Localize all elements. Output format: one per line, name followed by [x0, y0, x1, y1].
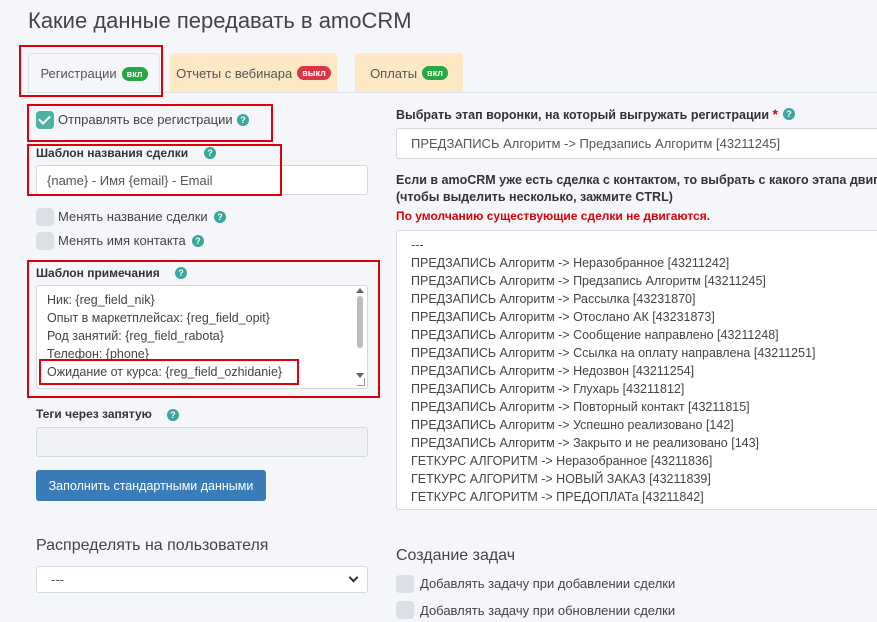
tasks-title: Создание задач: [396, 547, 516, 564]
tab-label: Оплаты: [370, 65, 418, 81]
note-line: Ожидание от курса: {reg_field_ozhidanie}: [47, 365, 283, 379]
required-mark: *: [772, 106, 778, 122]
deal-template-label: Шаблон названия сделки: [36, 146, 189, 160]
task-on-update-label: Добавлять задачу при обновлении сделки: [420, 603, 676, 618]
note-template-textarea[interactable]: Ник: {reg_field_nik} Опыт в маркетплейса…: [36, 285, 368, 389]
scroll-up-icon[interactable]: [356, 288, 364, 293]
list-item[interactable]: ГЕТКУРС АЛГОРИТМ -> ПРЕДОПЛАТа [43211842…: [397, 488, 877, 506]
distribute-select[interactable]: ---: [36, 566, 368, 593]
distribute-title: Распределять на пользователя: [36, 537, 269, 554]
note-line: Телефон: {phone}: [47, 347, 149, 361]
task-on-add-checkbox[interactable]: [396, 575, 414, 593]
send-all-label: Отправлять все регистрации: [58, 112, 233, 127]
status-badge: вкл: [121, 66, 148, 81]
list-item[interactable]: ПРЕДЗАПИСЬ Алгоритм -> Закрыто и не реал…: [397, 434, 877, 452]
stage-label-text: Выбрать этап воронки, на который выгружа…: [396, 108, 770, 122]
status-badge: вкл: [422, 66, 448, 80]
tags-input[interactable]: [36, 427, 368, 457]
status-badge: выкл: [297, 66, 331, 80]
chevron-down-icon: [348, 572, 359, 583]
move-label-line2: (чтобы выделить несколько, зажмите CTRL): [396, 190, 673, 204]
list-item[interactable]: ---: [397, 236, 877, 254]
list-item[interactable]: ГЕТКУРС АЛГОРИТМ -> НОВЫЙ ЗАКАЗ [4321183…: [397, 470, 877, 488]
tab-payments[interactable]: Оплаты вкл: [355, 53, 463, 93]
stage-select[interactable]: ПРЕДЗАПИСЬ Алгоритм -> Предзапись Алгори…: [396, 128, 877, 159]
note-line: Ник: {reg_field_nik}: [47, 293, 155, 307]
task-on-add-label: Добавлять задачу при добавлении сделки: [420, 576, 676, 591]
change-deal-name-label: Менять название сделки: [58, 209, 208, 224]
list-item[interactable]: ПРЕДЗАПИСЬ Алгоритм -> Недозвон [4321125…: [397, 362, 877, 380]
help-icon[interactable]: ?: [192, 235, 204, 247]
fill-defaults-button[interactable]: Заполнить стандартными данными: [36, 470, 266, 501]
stage-label: Выбрать этап воронки, на который выгружа…: [396, 106, 778, 122]
help-icon[interactable]: ?: [237, 114, 249, 126]
list-item[interactable]: ПРЕДЗАПИСЬ Алгоритм -> Ссылка на оплату …: [397, 344, 877, 362]
list-item[interactable]: ПРЕДЗАПИСЬ Алгоритм -> Отослано АК [4323…: [397, 308, 877, 326]
move-label-line1: Если в amoCRM уже есть сделка с контакто…: [396, 173, 877, 187]
task-on-update-checkbox[interactable]: [396, 601, 414, 619]
tab-label: Регистрации: [40, 66, 117, 81]
tags-label: Теги через запятую: [36, 407, 152, 421]
note-line: Опыт в маркетплейсах: {reg_field_opit}: [47, 311, 270, 325]
note-template-label: Шаблон примечания: [36, 266, 160, 280]
select-value: ---: [51, 572, 64, 587]
list-item[interactable]: ПРЕДЗАПИСЬ Алгоритм -> Глухарь [43211812…: [397, 380, 877, 398]
list-item[interactable]: ПРЕДЗАПИСЬ Алгоритм -> Успешно реализова…: [397, 416, 877, 434]
scrollbar-thumb[interactable]: [357, 296, 363, 348]
tab-registrations[interactable]: Регистрации вкл: [28, 53, 160, 93]
help-icon[interactable]: ?: [214, 211, 226, 223]
scrollbar[interactable]: [355, 288, 365, 378]
list-item[interactable]: ПРЕДЗАПИСЬ Алгоритм -> Неразобранное [43…: [397, 254, 877, 272]
change-deal-name-checkbox[interactable]: [36, 208, 54, 226]
list-item[interactable]: ПРЕДЗАПИСЬ Алгоритм -> Повторный контакт…: [397, 398, 877, 416]
list-item[interactable]: ПРЕДЗАПИСЬ Алгоритм -> Предзапись Алгори…: [397, 272, 877, 290]
note-line: Род занятий: {reg_field_rabota}: [47, 329, 224, 343]
change-contact-name-label: Менять имя контакта: [58, 233, 186, 248]
move-note: По умолчанию существующие сделки не двиг…: [396, 209, 711, 223]
change-contact-name-checkbox[interactable]: [36, 232, 54, 250]
deal-template-input[interactable]: {name} - Имя {email} - Email: [36, 165, 368, 195]
tab-label: Отчеты с вебинара: [176, 65, 293, 81]
list-item[interactable]: ПРЕДЗАПИСЬ Алгоритм -> Сообщение направл…: [397, 326, 877, 344]
send-all-checkbox[interactable]: [36, 111, 54, 129]
tab-webinar-reports[interactable]: Отчеты с вебинара выкл: [170, 53, 337, 93]
resize-handle-icon[interactable]: [357, 378, 365, 386]
tabs-divider: [27, 92, 877, 93]
help-icon[interactable]: ?: [783, 108, 795, 120]
help-icon[interactable]: ?: [167, 409, 179, 421]
list-item[interactable]: ГЕТКУРС АЛГОРИТМ -> Неразобранное [43211…: [397, 452, 877, 470]
help-icon[interactable]: ?: [175, 267, 187, 279]
stages-multiselect[interactable]: --- ПРЕДЗАПИСЬ Алгоритм -> Неразобранное…: [396, 230, 877, 510]
help-icon[interactable]: ?: [204, 147, 216, 159]
page-title: Какие данные передавать в amoCRM: [28, 8, 412, 33]
list-item[interactable]: ПРЕДЗАПИСЬ Алгоритм -> Рассылка [4323187…: [397, 290, 877, 308]
